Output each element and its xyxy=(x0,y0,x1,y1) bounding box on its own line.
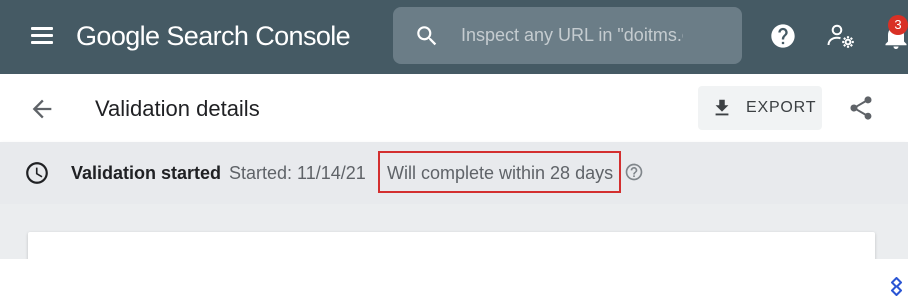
menu-icon[interactable] xyxy=(27,22,57,52)
toptal-logo-icon xyxy=(891,277,902,296)
manage-users-icon[interactable] xyxy=(826,22,856,50)
status-title: Validation started xyxy=(71,163,222,183)
page-title: Validation details xyxy=(95,96,260,121)
notification-badge: 3 xyxy=(888,15,908,35)
started-date: Started: 11/14/21 xyxy=(229,163,366,183)
completion-estimate: Will complete within 28 days xyxy=(387,163,614,183)
info-icon[interactable] xyxy=(624,162,644,182)
clock-icon xyxy=(26,162,48,184)
export-button[interactable]: EXPORT xyxy=(698,86,822,130)
download-icon xyxy=(715,99,729,116)
export-label: EXPORT xyxy=(746,99,817,116)
top-app-bar: Google Search Console 3 xyxy=(0,0,908,74)
search-input[interactable] xyxy=(461,21,683,49)
search-icon xyxy=(417,26,437,46)
back-arrow-icon[interactable] xyxy=(28,95,56,123)
help-icon[interactable] xyxy=(769,22,797,50)
url-inspection-search[interactable] xyxy=(393,7,742,64)
content-area xyxy=(0,204,908,272)
validation-status-bar: Validation started Started: 11/14/21 Wil… xyxy=(0,142,908,204)
page-header: Validation details EXPORT xyxy=(0,74,908,142)
completion-estimate-highlight: Will complete within 28 days xyxy=(378,151,621,193)
footer-area xyxy=(0,259,908,299)
share-icon[interactable] xyxy=(847,94,875,122)
app-title[interactable]: Google Search Console xyxy=(76,19,351,53)
